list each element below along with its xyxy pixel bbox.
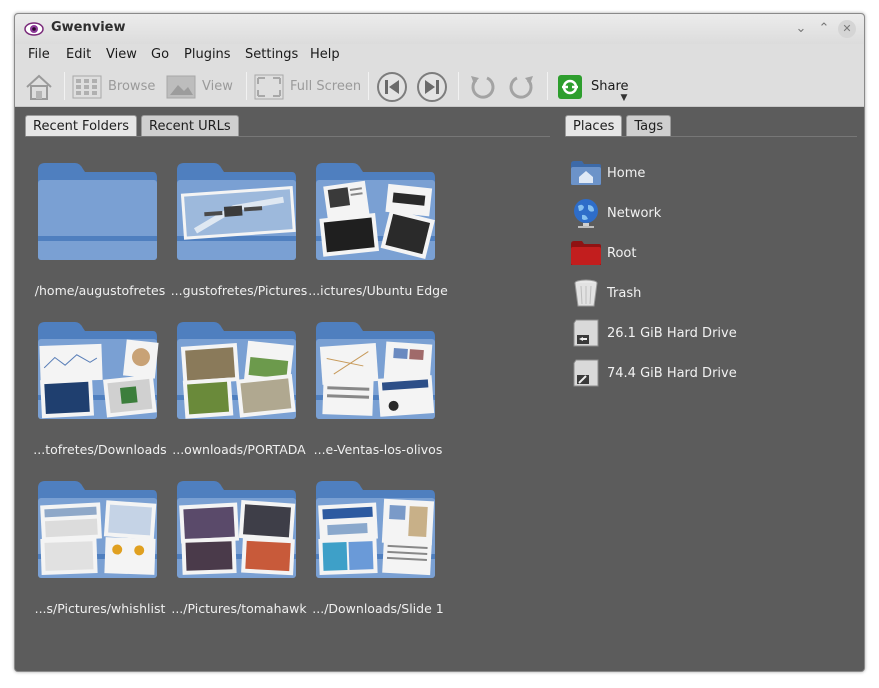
rotate-left-icon (471, 75, 495, 99)
folder-slide-icon (316, 481, 435, 578)
home-folder-icon (571, 161, 601, 185)
folder-whishlist-icon (38, 481, 157, 578)
menu-edit[interactable]: Edit (66, 47, 91, 62)
folder-downloads-icon (38, 322, 159, 419)
grid-icon (72, 75, 102, 98)
folder-icon (38, 163, 157, 260)
share-dropdown-icon[interactable]: ▼ (621, 93, 628, 103)
full-screen-icon (254, 74, 284, 99)
next-button[interactable] (416, 71, 448, 102)
folder-label: .../Pictures/tomahawk (171, 601, 307, 616)
rotate-right-icon (509, 75, 533, 99)
folder-item[interactable]: .../Downloads/Slide 1 (308, 476, 448, 626)
view-button[interactable]: View (166, 71, 233, 102)
folder-label: ...gustofretes/Pictures (170, 283, 308, 298)
folder-label: ...ownloads/PORTADA (172, 442, 306, 457)
tab-recent-urls[interactable]: Recent URLs (141, 115, 239, 137)
menu-settings[interactable]: Settings (245, 47, 298, 62)
full-screen-button[interactable]: Full Screen (254, 71, 361, 102)
folder-item[interactable]: ...tofretes/Downloads (30, 317, 170, 467)
next-icon (417, 71, 447, 102)
place-label: Network (607, 205, 662, 221)
place-home[interactable]: Home (570, 157, 850, 189)
toolbar-separator (246, 72, 247, 100)
main-toolbar: Browse View Full Screen Share ▼ (15, 66, 864, 107)
folder-item[interactable]: ...s/Pictures/whishlist (30, 476, 170, 626)
home-button[interactable] (24, 71, 54, 102)
menu-bar: File Edit View Go Plugins Settings Help (15, 44, 864, 66)
toolbar-separator (64, 72, 65, 100)
full-screen-label: Full Screen (290, 79, 362, 94)
folder-item[interactable]: ...ownloads/PORTADA (169, 317, 309, 467)
place-network[interactable]: Network (570, 197, 850, 229)
place-root[interactable]: Root (570, 237, 850, 269)
view-label: View (202, 79, 233, 94)
root-folder-icon (571, 241, 601, 265)
title-bar[interactable]: Gwenview ⌄ ⌃ ✕ (15, 14, 864, 44)
folder-tomahawk-icon (177, 481, 296, 578)
right-tab-bar: Places Tags (565, 115, 675, 137)
place-hard-drive-2[interactable]: 74.4 GiB Hard Drive (570, 357, 850, 389)
previous-icon (377, 71, 407, 102)
place-hard-drive-1[interactable]: 26.1 GiB Hard Drive (570, 317, 850, 349)
menu-view[interactable]: View (106, 47, 137, 62)
window-title: Gwenview (51, 20, 126, 35)
maximize-icon[interactable]: ⌃ (815, 20, 833, 38)
menu-go[interactable]: Go (151, 47, 169, 62)
image-view-icon (166, 75, 196, 98)
folder-item[interactable]: ...gustofretes/Pictures (169, 158, 309, 308)
folder-label: /home/augustofretes (34, 283, 166, 298)
folder-item[interactable]: ...ictures/Ubuntu Edge (308, 158, 448, 308)
left-tab-bar: Recent Folders Recent URLs (25, 115, 243, 137)
folder-portada-icon (177, 322, 296, 419)
folder-label: ...e-Ventas-los-olivos (313, 442, 443, 457)
place-label: Root (607, 245, 637, 261)
gwenview-window: Gwenview ⌄ ⌃ ✕ File Edit View Go Plugins… (14, 13, 865, 672)
hard-drive-icon (573, 319, 599, 347)
rotate-right-button[interactable] (507, 71, 537, 102)
place-trash[interactable]: Trash (570, 277, 850, 309)
tab-places[interactable]: Places (565, 115, 623, 137)
network-globe-icon (574, 199, 598, 228)
place-label: Trash (607, 285, 642, 301)
folder-label: .../Downloads/Slide 1 (312, 601, 444, 616)
folder-label: ...ictures/Ubuntu Edge (308, 283, 448, 298)
previous-button[interactable] (376, 71, 408, 102)
browse-button[interactable]: Browse (72, 71, 155, 102)
place-label: 26.1 GiB Hard Drive (607, 325, 737, 341)
right-tab-divider (565, 136, 857, 137)
toolbar-separator (368, 72, 369, 100)
toolbar-separator (547, 72, 548, 100)
folder-pictures-icon (177, 163, 296, 260)
hard-drive-icon (573, 359, 599, 387)
toolbar-separator (458, 72, 459, 100)
folder-ventas-icon (316, 322, 435, 419)
place-label: Home (607, 165, 646, 181)
main-panel: Recent Folders Recent URLs Places Tags /… (15, 108, 864, 671)
folder-item[interactable]: ...e-Ventas-los-olivos (308, 317, 448, 467)
folder-label: ...s/Pictures/whishlist (34, 601, 166, 616)
menu-plugins[interactable]: Plugins (184, 47, 231, 62)
gwenview-eye-icon (24, 22, 44, 36)
folder-item[interactable]: /home/augustofretes (30, 158, 170, 308)
trash-icon (574, 279, 598, 307)
left-tab-divider (25, 136, 550, 137)
folder-label: ...tofretes/Downloads (33, 442, 167, 457)
tab-tags[interactable]: Tags (626, 115, 672, 137)
share-button[interactable]: Share ▼ (557, 71, 629, 103)
menu-help[interactable]: Help (310, 47, 340, 62)
minimize-icon[interactable]: ⌄ (792, 20, 810, 38)
folder-ubuntu-edge-icon (316, 163, 435, 260)
folder-item[interactable]: .../Pictures/tomahawk (169, 476, 309, 626)
home-icon (26, 74, 52, 100)
close-icon[interactable]: ✕ (838, 20, 856, 38)
share-icon (558, 74, 582, 99)
tab-recent-folders[interactable]: Recent Folders (25, 115, 138, 137)
rotate-left-button[interactable] (467, 71, 497, 102)
place-label: 74.4 GiB Hard Drive (607, 365, 737, 381)
browse-label: Browse (108, 79, 156, 94)
menu-file[interactable]: File (28, 47, 50, 62)
